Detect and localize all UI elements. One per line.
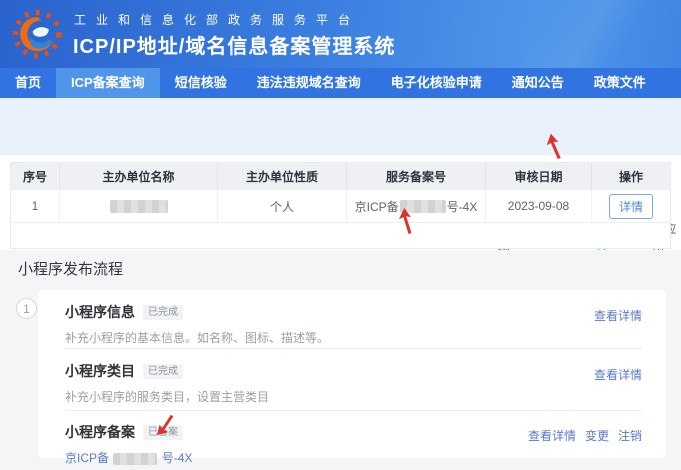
step-title: 小程序备案: [65, 422, 135, 442]
col-header-review-date: 审核日期: [486, 163, 592, 190]
nav-item-notices[interactable]: 通知公告: [497, 68, 579, 98]
nav-item-home[interactable]: 首页: [0, 68, 56, 98]
table-header-row: 序号 主办单位名称 主办单位性质 服务备案号 审核日期 操作: [11, 163, 670, 190]
annotation-arrow-icon: [396, 206, 416, 237]
nav-item-icp-query[interactable]: ICP备案查询: [56, 68, 160, 98]
cell-index: 1: [11, 190, 60, 222]
col-header-sponsor-name: 主办单位名称: [60, 163, 218, 190]
view-details-link[interactable]: 查看详情: [594, 366, 642, 383]
license-suffix: 号-4X: [447, 198, 478, 215]
col-header-index: 序号: [11, 163, 60, 190]
license-suffix: 号-4X: [162, 451, 193, 465]
search-section: 搜索 网站 APP 小程序 快应用: [0, 98, 681, 155]
step-description: 补充小程序的服务类目，设置主营类目: [65, 388, 642, 405]
license-prefix: 京ICP备: [65, 451, 109, 465]
step-links: 查看详情: [594, 366, 642, 383]
nav-item-illegal-domain-query[interactable]: 违法违规域名查询: [242, 68, 376, 98]
nav-item-e-verify-apply[interactable]: 电子化核验申请: [376, 68, 497, 98]
cancel-filing-link[interactable]: 注销: [618, 427, 642, 444]
main-nav: 首页 ICP备案查询 短信核验 违法违规域名查询 电子化核验申请 通知公告 政策…: [0, 68, 681, 98]
status-badge: 已完成: [143, 364, 183, 379]
step-number-badge: 1: [16, 298, 37, 319]
cell-sponsor-nature: 个人: [218, 190, 347, 222]
divider: [65, 410, 642, 411]
step-title: 小程序信息: [65, 302, 135, 322]
process-section-title: 小程序发布流程: [18, 258, 123, 279]
view-details-link[interactable]: 查看详情: [528, 427, 576, 444]
step-miniprogram-info: 小程序信息已完成 补充小程序的基本信息。如名称、图标、描述等。 查看详情: [65, 302, 642, 346]
redacted-sponsor-name: [110, 200, 168, 213]
view-details-link[interactable]: 查看详情: [594, 307, 642, 324]
license-prefix: 京ICP备: [355, 198, 399, 215]
step-description: 补充小程序的基本信息。如名称、图标、描述等。: [65, 329, 642, 346]
cell-license-number: 京ICP备 号-4X: [347, 190, 486, 222]
detail-button[interactable]: 详情: [609, 194, 653, 219]
step-miniprogram-category: 小程序类目已完成 补充小程序的服务类目，设置主营类目 查看详情: [65, 361, 642, 405]
col-header-sponsor-nature: 主办单位性质: [218, 163, 347, 190]
nav-item-sms-verify[interactable]: 短信核验: [160, 68, 242, 98]
nav-item-policy-docs[interactable]: 政策文件: [579, 68, 661, 98]
status-badge: 已完成: [143, 305, 183, 320]
divider: [65, 348, 642, 349]
process-card: 小程序信息已完成 补充小程序的基本信息。如名称、图标、描述等。 查看详情 小程序…: [38, 290, 666, 458]
col-header-license-number: 服务备案号: [347, 163, 486, 190]
icp-filing-system-page: 工业和信息化部政务服务平台 ICP/IP地址/域名信息备案管理系统 首页 ICP…: [0, 0, 681, 470]
miniprogram-process-section: 小程序发布流程 1 小程序信息已完成 补充小程序的基本信息。如名称、图标、描述等…: [0, 250, 681, 470]
table-row: 1 个人 京ICP备 号-4X 2023-09-08 详情: [11, 190, 670, 223]
cell-review-date: 2023-09-08: [486, 190, 592, 222]
header-banner: 工业和信息化部政务服务平台 ICP/IP地址/域名信息备案管理系统: [0, 0, 681, 68]
platform-title: 工业和信息化部政务服务平台: [74, 11, 360, 28]
miit-logo-icon: [12, 7, 66, 61]
filing-license-link[interactable]: 京ICP备 号-4X: [65, 449, 642, 466]
step-title: 小程序类目: [65, 361, 135, 381]
cell-sponsor-name: [60, 190, 218, 222]
cell-actions: 详情: [592, 190, 670, 222]
change-link[interactable]: 变更: [585, 427, 609, 444]
system-title: ICP/IP地址/域名信息备案管理系统: [73, 30, 395, 59]
col-header-actions: 操作: [592, 163, 670, 190]
results-table: 序号 主办单位名称 主办单位性质 服务备案号 审核日期 操作 1 个人 京ICP…: [10, 162, 671, 249]
redacted-license-digits: [113, 453, 157, 465]
step-links: 查看详情: [594, 307, 642, 324]
step-links: 查看详情 变更 注销: [528, 427, 642, 444]
